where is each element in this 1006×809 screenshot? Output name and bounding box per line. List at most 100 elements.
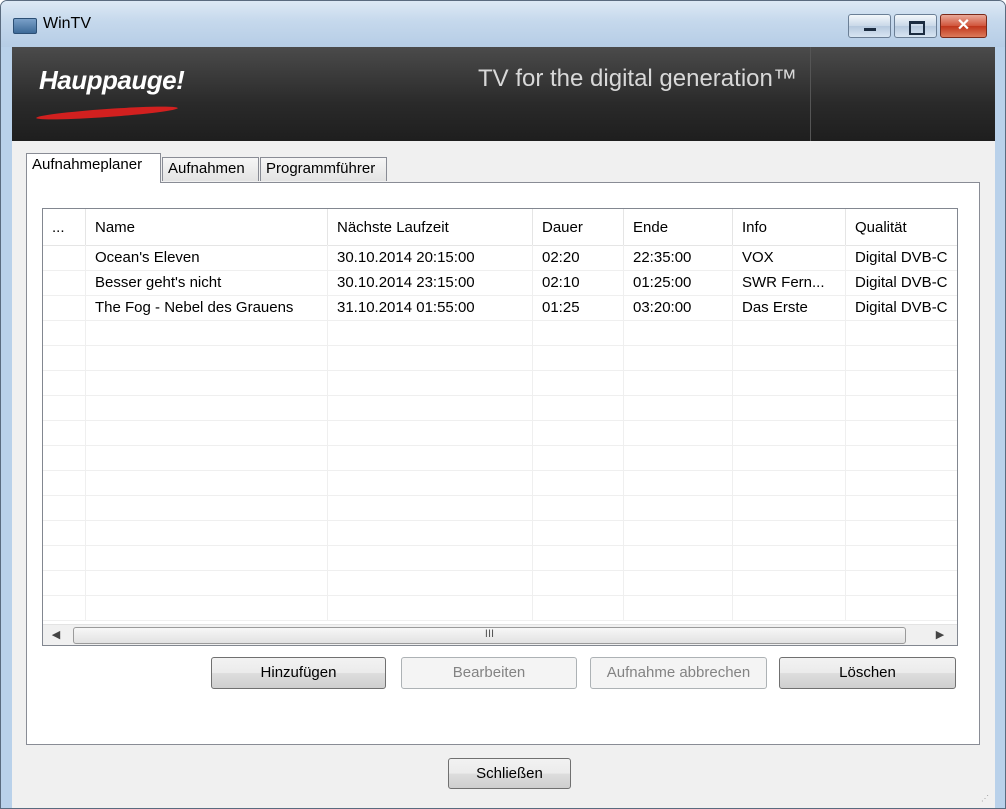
empty-cell (733, 420, 846, 445)
table-row[interactable]: Ocean's Eleven 30.10.2014 20:15:00 02:20… (43, 245, 957, 271)
table-cell: 31.10.2014 01:55:00 (328, 295, 533, 320)
column-header[interactable]: Info (733, 209, 846, 245)
column-header[interactable]: ... (43, 209, 86, 245)
empty-cell (86, 570, 328, 595)
cancel-recording-button[interactable]: Aufnahme abbrechen (590, 657, 767, 689)
empty-cell (733, 545, 846, 570)
empty-cell (328, 545, 533, 570)
empty-cell (733, 495, 846, 520)
delete-button[interactable]: Löschen (779, 657, 956, 689)
edit-button[interactable]: Bearbeiten (401, 657, 577, 689)
column-header[interactable]: Nächste Laufzeit (328, 209, 533, 245)
empty-cell (328, 570, 533, 595)
maximize-icon (909, 21, 925, 35)
empty-table-row (43, 495, 957, 521)
table-cell: Besser geht's nicht (86, 270, 328, 295)
empty-cell (328, 445, 533, 470)
table-header: ... Name Nächste Laufzeit Dauer Ende Inf… (43, 209, 957, 246)
empty-cell (328, 495, 533, 520)
empty-table-row (43, 320, 957, 346)
empty-table-row (43, 545, 957, 571)
column-header[interactable]: Name (86, 209, 328, 245)
banner-slogan: TV for the digital generation™ (478, 65, 797, 92)
empty-cell (533, 470, 624, 495)
table-cell: 22:35:00 (624, 245, 733, 270)
empty-cell (328, 345, 533, 370)
empty-cell (733, 445, 846, 470)
table-cell: 01:25:00 (624, 270, 733, 295)
empty-cell (733, 395, 846, 420)
scroll-right-arrow-icon[interactable]: ▶ (931, 627, 949, 644)
empty-cell (624, 470, 733, 495)
empty-cell (328, 470, 533, 495)
empty-table-row (43, 370, 957, 396)
table-cell: Digital DVB-C (855, 274, 948, 291)
empty-cell (733, 570, 846, 595)
empty-cell (86, 545, 328, 570)
empty-cell (733, 345, 846, 370)
recordings-table[interactable]: ... Name Nächste Laufzeit Dauer Ende Inf… (42, 208, 958, 646)
empty-cell (846, 595, 957, 620)
empty-cell (733, 370, 846, 395)
empty-cell (846, 395, 957, 420)
empty-cell (624, 420, 733, 445)
scroll-left-arrow-icon[interactable]: ◀ (47, 627, 65, 644)
empty-cell (533, 395, 624, 420)
empty-cell (328, 420, 533, 445)
tab-panel: ... Name Nächste Laufzeit Dauer Ende Inf… (26, 182, 980, 745)
empty-cell (86, 445, 328, 470)
empty-cell (624, 370, 733, 395)
table-cell (43, 270, 86, 295)
empty-cell (624, 345, 733, 370)
resize-grip-icon[interactable]: ⋰ (981, 794, 991, 804)
column-header[interactable]: Qualität (846, 209, 957, 245)
empty-cell (328, 320, 533, 345)
empty-cell (328, 370, 533, 395)
close-window-button[interactable]: ✕ (940, 14, 987, 38)
table-cell: 30.10.2014 23:15:00 (328, 270, 533, 295)
table-cell: The Fog - Nebel des Grauens (86, 295, 328, 320)
empty-cell (733, 320, 846, 345)
table-row[interactable]: Besser geht's nicht 30.10.2014 23:15:00 … (43, 270, 957, 296)
maximize-button[interactable] (894, 14, 937, 38)
empty-cell (43, 470, 86, 495)
empty-cell (624, 395, 733, 420)
empty-cell (624, 320, 733, 345)
minimize-button[interactable] (848, 14, 891, 38)
scrollbar-thumb[interactable]: III (73, 627, 906, 644)
empty-cell (846, 520, 957, 545)
empty-table-row (43, 395, 957, 421)
close-dialog-button[interactable]: Schließen (448, 758, 571, 789)
empty-cell (533, 320, 624, 345)
title-bar[interactable]: WinTV ✕ (1, 1, 1005, 47)
empty-cell (86, 495, 328, 520)
empty-table-row (43, 520, 957, 546)
horizontal-scrollbar[interactable]: ◀ III ▶ (43, 624, 957, 645)
table-cell: 03:20:00 (624, 295, 733, 320)
table-row[interactable]: The Fog - Nebel des Grauens 31.10.2014 0… (43, 295, 957, 321)
empty-cell (846, 470, 957, 495)
tab-aufnahmeplaner[interactable]: Aufnahmeplaner (26, 153, 161, 183)
column-header[interactable]: Dauer (533, 209, 624, 245)
empty-table-row (43, 345, 957, 371)
empty-cell (846, 370, 957, 395)
close-icon: ✕ (956, 17, 971, 34)
empty-cell (43, 420, 86, 445)
empty-cell (533, 420, 624, 445)
empty-cell (43, 445, 86, 470)
empty-cell (328, 520, 533, 545)
empty-cell (43, 520, 86, 545)
empty-cell (733, 595, 846, 620)
tab-aufnahmen[interactable]: Aufnahmen (162, 157, 259, 181)
minimize-icon (864, 28, 876, 31)
empty-cell (43, 595, 86, 620)
logo-swoosh (35, 104, 179, 122)
table-cell (43, 295, 86, 320)
add-button[interactable]: Hinzufügen (211, 657, 386, 689)
empty-cell (533, 370, 624, 395)
empty-cell (846, 445, 957, 470)
tab-programmfuehrer[interactable]: Programmführer (260, 157, 387, 181)
empty-cell (733, 520, 846, 545)
column-header[interactable]: Ende (624, 209, 733, 245)
empty-cell (86, 395, 328, 420)
